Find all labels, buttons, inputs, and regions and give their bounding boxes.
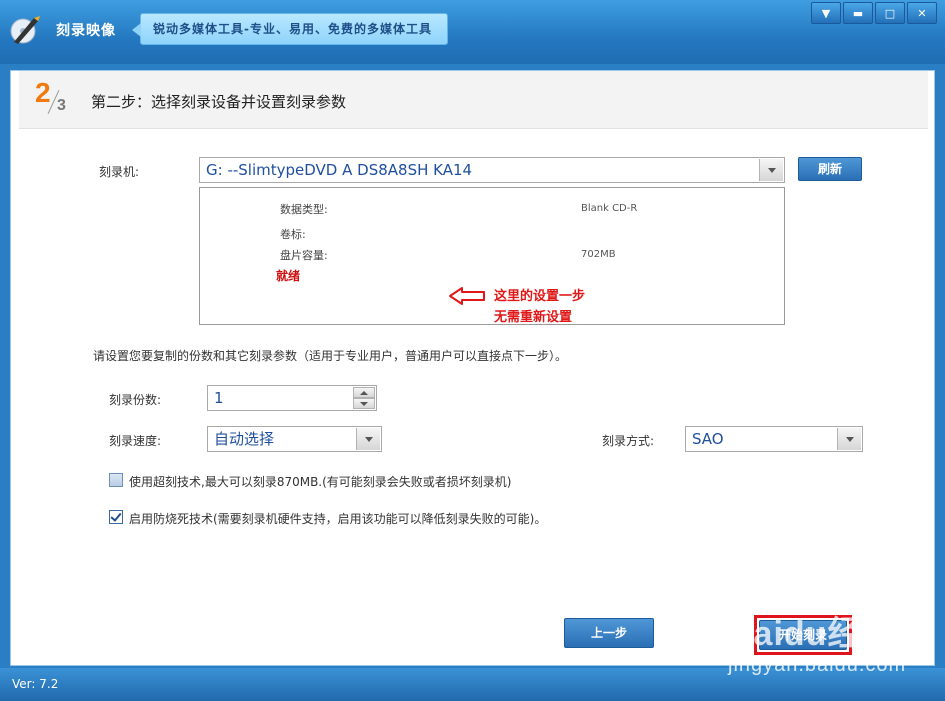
speed-select[interactable]: 自动选择 — [207, 426, 382, 452]
burner-label: 刻录机: — [99, 165, 140, 179]
slogan-banner: 锐动多媒体工具-专业、易用、免费的多媒体工具 — [132, 13, 448, 45]
mode-select[interactable]: SAO — [685, 426, 863, 452]
annotation-line-2: 无需重新设置 — [494, 310, 573, 325]
burner-select[interactable]: G: --SlimtypeDVD A DS8A8SH KA14 — [199, 157, 785, 183]
step-current: 2 — [35, 77, 51, 108]
status-badge: 就绪 — [276, 269, 301, 283]
capacity-label: 盘片容量: — [280, 249, 328, 262]
bufferguard-label: 启用防烧死技术(需要刻录机硬件支持，启用该功能可以降低刻录失败的可能)。 — [129, 512, 547, 526]
step-total: 3 — [57, 97, 66, 114]
copies-label: 刻录份数: — [109, 393, 162, 407]
app-title: 刻录映像 — [56, 23, 116, 39]
settings-hint: 请设置您要复制的份数和其它刻录参数（适用于专业用户，普通用户可以直接点下一步）。 — [93, 349, 568, 363]
speed-label: 刻录速度: — [109, 434, 162, 448]
disc-type-value: Blank CD-R — [581, 203, 638, 214]
annotation-line-1: 这里的设置一步 — [494, 289, 586, 304]
main-panel: 2 3 第二步：选择刻录设备并设置刻录参数 刻录机: G: --Slimtype… — [10, 70, 935, 666]
window-controls: ▼ ▬ □ ✕ — [811, 2, 937, 24]
decrement-icon[interactable] — [353, 398, 375, 409]
capacity-value: 702MB — [581, 249, 616, 260]
version-label: Ver: 7.2 — [12, 677, 59, 691]
copies-value: 1 — [214, 389, 224, 407]
disc-pen-logo-icon — [10, 16, 40, 44]
maximize-icon[interactable]: □ — [875, 2, 905, 24]
start-highlight-box: 开始刻录 — [754, 615, 852, 655]
title-bar: 刻录映像 锐动多媒体工具-专业、易用、免费的多媒体工具 ▼ ▬ □ ✕ — [0, 0, 945, 64]
close-icon[interactable]: ✕ — [907, 2, 937, 24]
disc-info-panel: 数据类型: Blank CD-R 卷标: 盘片容量: 702MB 就绪 这里的设… — [199, 187, 785, 325]
volume-label: 卷标: — [280, 228, 306, 241]
burner-value: G: --SlimtypeDVD A DS8A8SH KA14 — [206, 161, 473, 179]
increment-icon[interactable] — [353, 387, 375, 398]
chevron-down-icon[interactable] — [759, 159, 783, 181]
refresh-button[interactable]: 刷新 — [798, 157, 862, 181]
prev-step-button[interactable]: 上一步 — [564, 618, 654, 648]
step-title: 第二步：选择刻录设备并设置刻录参数 — [91, 93, 347, 111]
bufferguard-checkbox[interactable] — [109, 510, 123, 524]
left-arrow-icon — [449, 287, 485, 305]
overburn-checkbox[interactable] — [109, 473, 123, 487]
status-bar: Ver: 7.2 — [0, 668, 945, 701]
copies-stepper[interactable]: 1 — [207, 385, 377, 411]
speed-value: 自动选择 — [214, 430, 275, 448]
step-header: 2 3 第二步：选择刻录设备并设置刻录参数 — [19, 71, 928, 129]
minimize-icon[interactable]: ▬ — [843, 2, 873, 24]
mode-value: SAO — [692, 430, 724, 448]
mode-label: 刻录方式: — [602, 434, 655, 448]
disc-type-label: 数据类型: — [280, 203, 328, 216]
chevron-down-icon[interactable] — [356, 428, 380, 450]
overburn-label: 使用超刻技术,最大可以刻录870MB.(有可能刻录会失败或者损坏刻录机) — [129, 475, 512, 489]
start-burn-button[interactable]: 开始刻录 — [759, 620, 847, 650]
menu-dropdown-icon[interactable]: ▼ — [811, 2, 841, 24]
chevron-down-icon[interactable] — [837, 428, 861, 450]
annotation-note: 这里的设置一步 无需重新设置 — [494, 286, 585, 328]
